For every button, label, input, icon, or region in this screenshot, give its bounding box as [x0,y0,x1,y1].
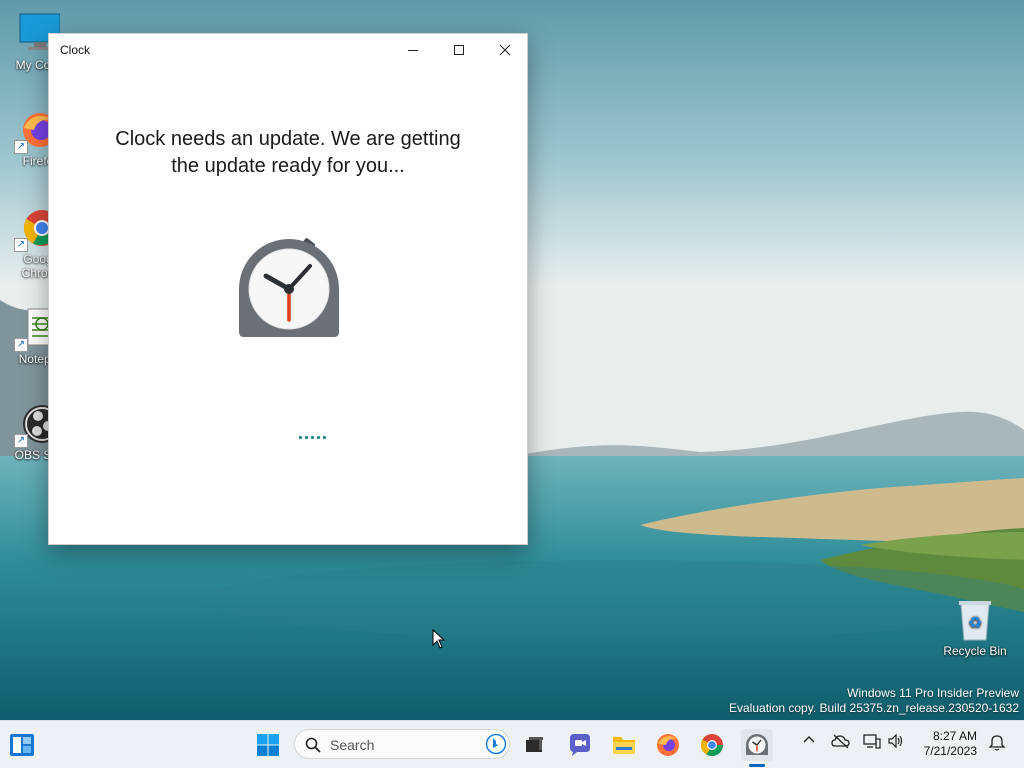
firefox-icon [657,734,679,756]
progress-dot [305,436,308,439]
minimize-icon [408,50,418,51]
svg-text:♻: ♻ [968,613,982,632]
notification-icon [988,735,1006,751]
close-button[interactable] [482,34,528,66]
maximize-button[interactable] [436,34,482,66]
task-view-button[interactable] [518,729,550,761]
progress-dot [323,436,326,439]
widgets-icon [10,734,34,756]
evaluation-watermark: Windows 11 Pro Insider Preview Evaluatio… [729,686,1019,716]
shortcut-arrow-icon: ↗ [14,338,28,352]
update-message-line2: the update ready for you... [171,155,405,177]
update-message-line1: Clock needs an update. We are getting [115,128,461,150]
chrome-taskbar-button[interactable] [696,729,728,761]
loading-progress-dots [299,436,326,439]
watermark-line2: Evaluation copy. Build 25375.zn_release.… [729,701,1019,715]
chat-icon [570,734,590,756]
show-hidden-icons-button[interactable] [802,733,816,750]
task-view-icon [526,737,543,752]
desktop-icon-recycle-bin[interactable]: ♻ Recycle Bin [935,598,1015,658]
stopwatch-clock-icon [239,238,339,337]
taskbar: Search 8:27 AM 7/21/2023 [0,720,1024,768]
watermark-line1: Windows 11 Pro Insider Preview [847,686,1019,700]
onedrive-button[interactable] [831,733,851,752]
shortcut-arrow-icon: ↗ [14,434,28,448]
chevron-up-icon [803,736,815,743]
taskbar-search-box[interactable]: Search [294,729,510,759]
update-message: Clock needs an update. We are getting th… [89,126,487,180]
chat-button[interactable] [564,729,596,761]
widgets-button[interactable] [6,729,38,761]
network-button[interactable] [863,733,881,752]
chrome-icon [701,734,723,756]
desktop-icon-label: Recycle Bin [943,644,1007,658]
mouse-cursor-icon [432,629,446,649]
bing-icon[interactable] [485,733,507,755]
window-title: Clock [60,43,91,57]
clock-app-window[interactable]: Clock Clock needs an update. We are gett… [48,33,528,545]
maximize-icon [454,45,464,55]
volume-button[interactable] [887,733,905,752]
recycle-bin-icon: ♻ [953,598,997,642]
taskbar-time: 8:27 AM [932,729,977,743]
network-icon [863,734,881,749]
taskbar-date: 7/21/2023 [923,744,977,758]
shortcut-arrow-icon: ↗ [14,140,28,154]
file-explorer-button[interactable] [608,729,640,761]
windows-start-icon [257,734,279,756]
close-icon [499,44,511,56]
progress-dot [317,436,320,439]
active-app-indicator [749,764,765,767]
clock-taskbar-button[interactable] [741,729,773,761]
shortcut-arrow-icon: ↗ [14,238,28,252]
start-button[interactable] [252,729,284,761]
clock-app-icon [746,734,768,755]
search-placeholder: Search [330,737,375,753]
minimize-button[interactable] [390,34,436,66]
window-titlebar[interactable]: Clock [49,34,527,66]
progress-dot [299,436,302,439]
file-explorer-icon [613,737,635,754]
notification-center-button[interactable] [988,733,1006,754]
firefox-taskbar-button[interactable] [652,729,684,761]
volume-icon [888,733,903,749]
taskbar-clock[interactable]: 8:27 AM 7/21/2023 [924,729,977,759]
progress-dot [311,436,314,439]
search-icon [305,737,321,753]
onedrive-icon [831,734,850,749]
